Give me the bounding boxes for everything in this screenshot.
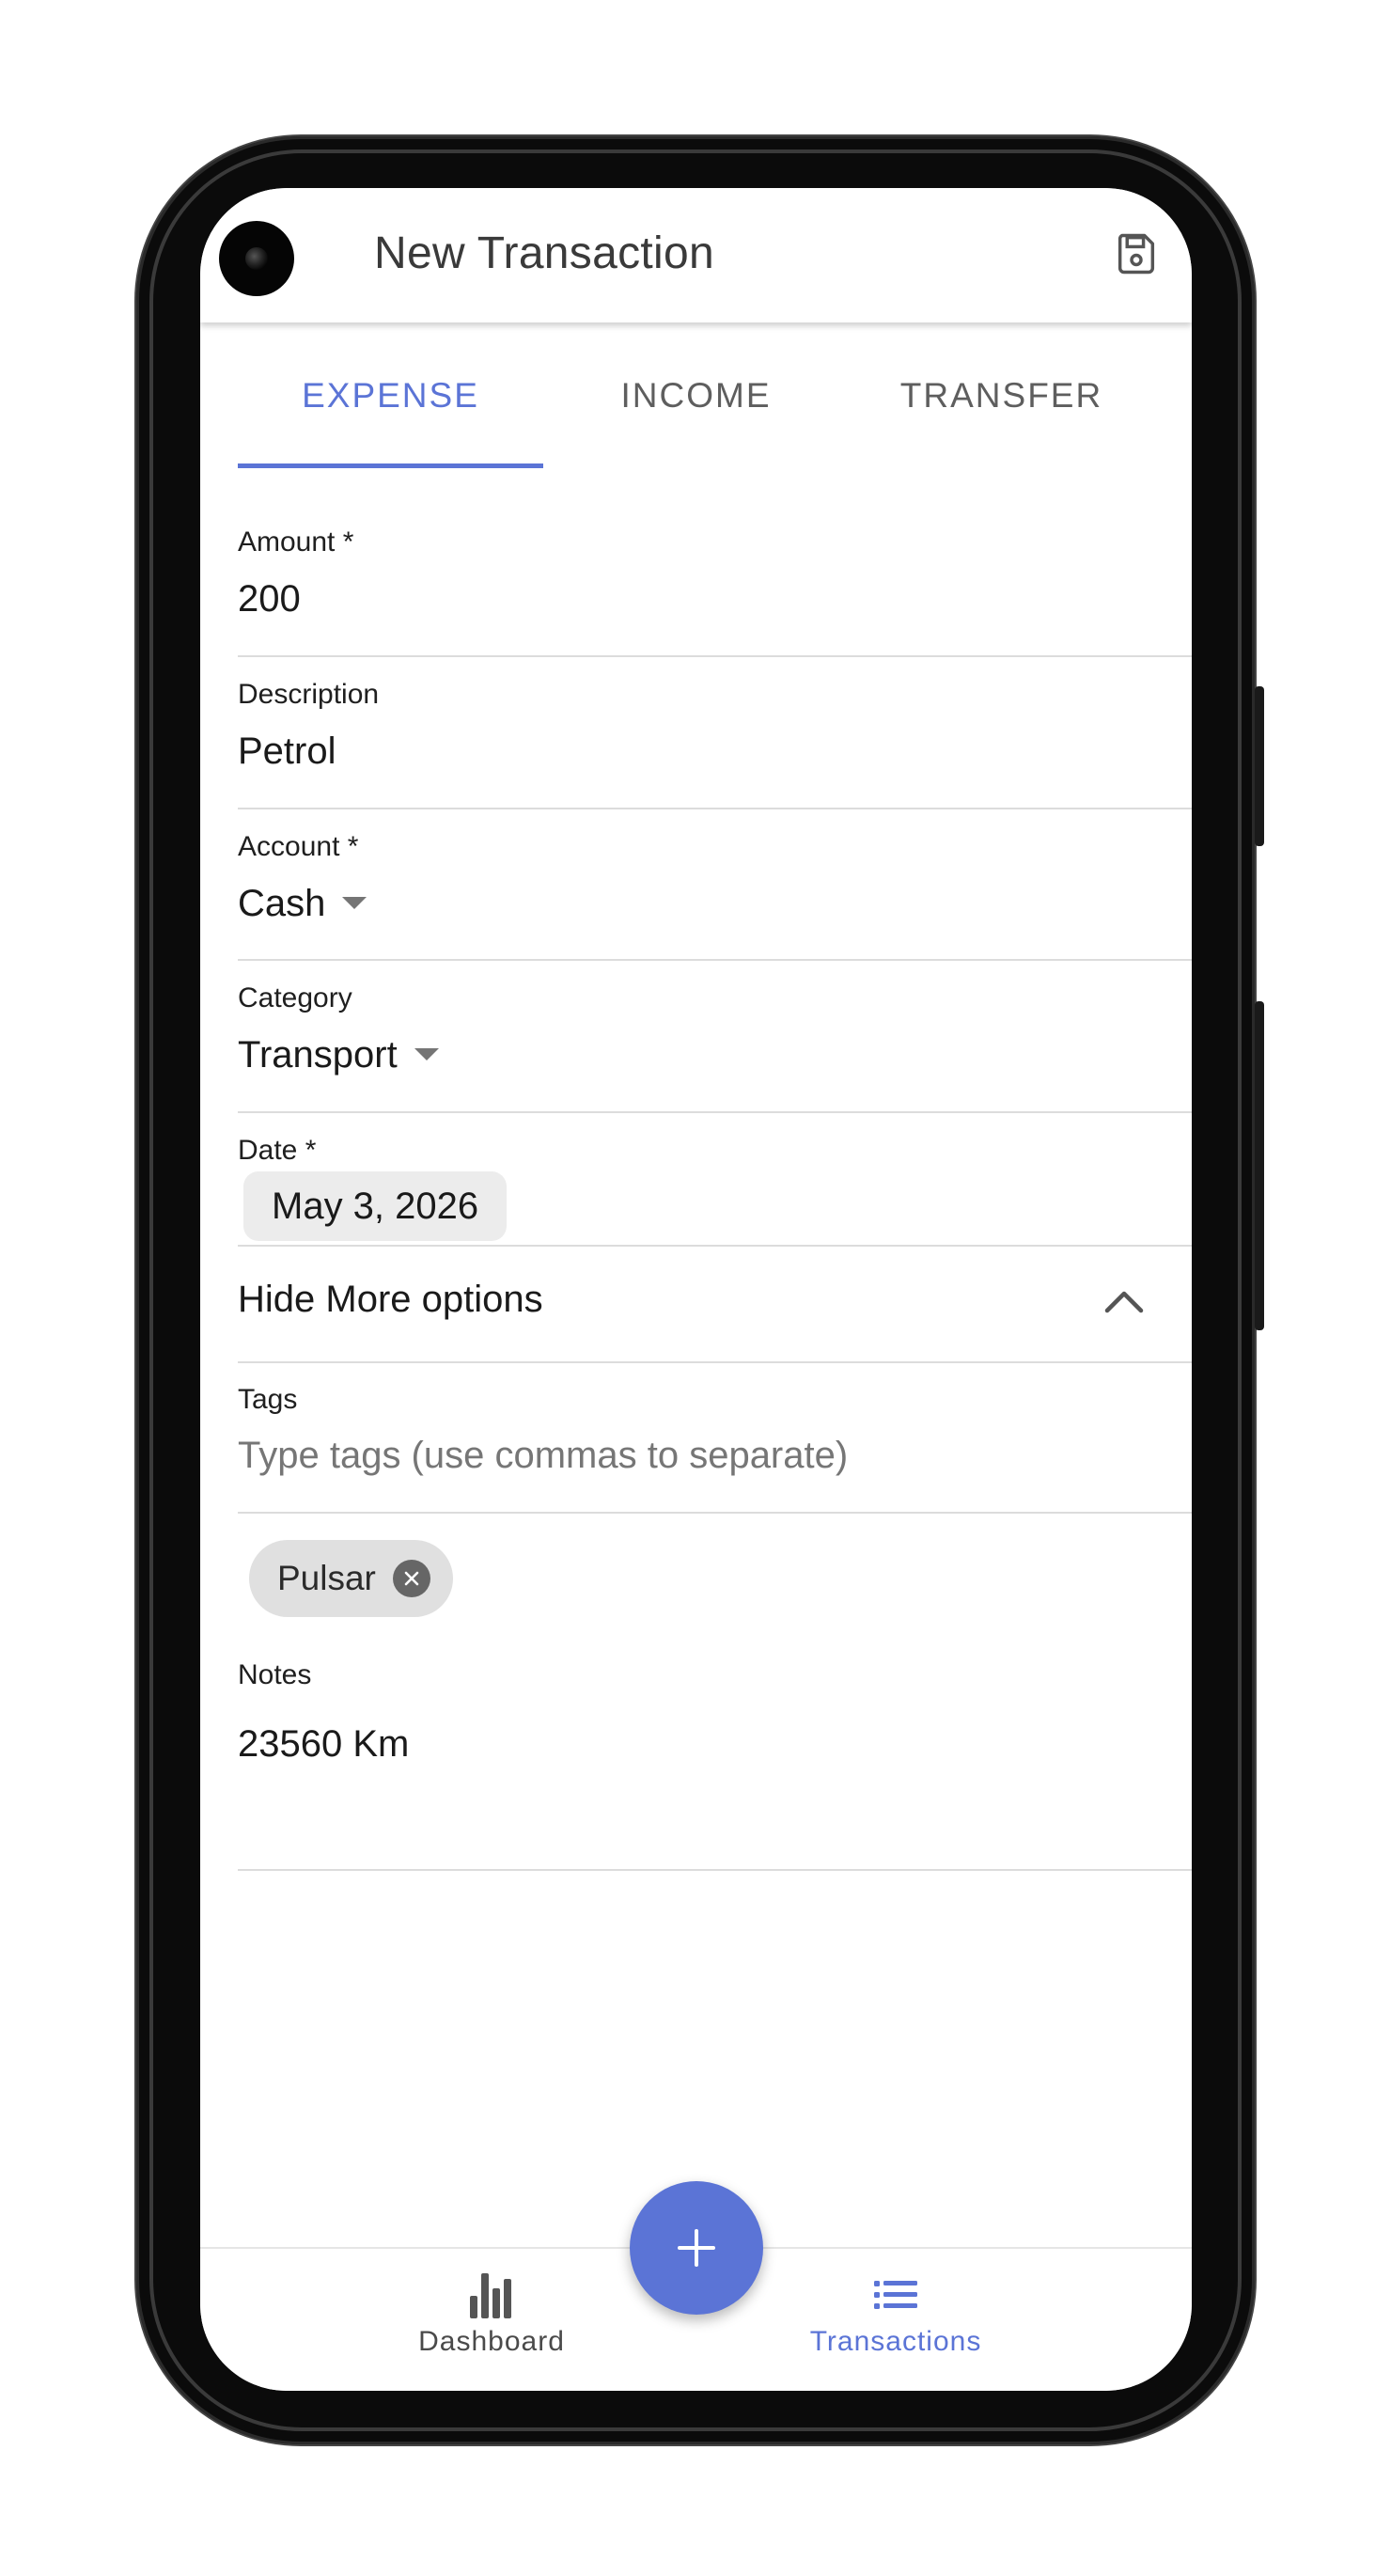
category-selected: Transport — [238, 1034, 398, 1076]
phone-volume-button — [1255, 686, 1264, 846]
notes-input[interactable]: 23560 Km — [238, 1723, 409, 1766]
more-options-toggle[interactable]: Hide More options — [238, 1245, 1192, 1363]
category-label: Category — [238, 982, 352, 1013]
category-value[interactable]: Transport — [238, 1034, 439, 1076]
list-icon — [874, 2281, 917, 2309]
more-options-label: Hide More options — [238, 1279, 543, 1320]
tab-income[interactable]: INCOME — [543, 322, 849, 468]
amount-label: Amount * — [238, 526, 354, 558]
tab-expense-label: EXPENSE — [302, 375, 479, 415]
save-icon — [1117, 233, 1155, 275]
tab-active-indicator — [238, 463, 543, 468]
chevron-up-icon — [1104, 1291, 1144, 1313]
nav-dashboard-label: Dashboard — [418, 2326, 565, 2357]
front-camera — [219, 221, 294, 296]
description-input[interactable]: Petrol — [238, 730, 336, 773]
date-label: Date * — [238, 1135, 317, 1166]
category-select[interactable]: Category Transport — [238, 959, 1192, 1113]
dropdown-arrow-icon — [342, 896, 367, 909]
tab-income-label: INCOME — [620, 375, 772, 415]
account-label: Account * — [238, 831, 359, 862]
nav-transactions[interactable]: Transactions — [774, 2268, 1018, 2358]
tag-chip[interactable]: Pulsar — [249, 1540, 453, 1617]
phone-screen: New Transaction EXPENSE INCOME TRANSFER … — [200, 188, 1192, 2391]
tags-field[interactable]: Tags Type tags (use commas to separate) — [238, 1361, 1192, 1514]
amount-input[interactable]: 200 — [238, 578, 301, 620]
transaction-type-tabs: EXPENSE INCOME TRANSFER — [238, 322, 1154, 468]
phone-power-button — [1255, 1001, 1264, 1330]
tags-label: Tags — [238, 1384, 298, 1415]
remove-tag-button[interactable] — [392, 1560, 430, 1597]
tag-chip-label: Pulsar — [277, 1559, 376, 1597]
description-label: Description — [238, 679, 380, 710]
account-select[interactable]: Account * Cash — [238, 808, 1192, 961]
notes-label: Notes — [238, 1659, 312, 1690]
app-bar: New Transaction — [200, 188, 1192, 322]
save-button[interactable] — [1112, 229, 1161, 278]
bar-chart-icon — [470, 2273, 511, 2318]
add-transaction-button[interactable] — [630, 2181, 763, 2315]
tab-expense[interactable]: EXPENSE — [238, 322, 543, 468]
tab-transfer[interactable]: TRANSFER — [849, 322, 1154, 468]
tags-input[interactable]: Type tags (use commas to separate) — [238, 1435, 848, 1477]
tab-transfer-label: TRANSFER — [899, 375, 1103, 415]
close-icon — [404, 1571, 419, 1586]
date-field: Date * May 3, 2026 — [238, 1111, 1192, 1247]
account-selected: Cash — [238, 883, 326, 924]
account-value[interactable]: Cash — [238, 883, 367, 925]
date-picker-button[interactable]: May 3, 2026 — [243, 1171, 508, 1241]
plus-icon — [678, 2229, 715, 2267]
description-field[interactable]: Description Petrol — [238, 655, 1192, 809]
notes-field[interactable]: Notes 23560 Km — [238, 1639, 1192, 1871]
nav-transactions-label: Transactions — [809, 2326, 982, 2357]
page-title: New Transaction — [374, 228, 714, 278]
amount-field[interactable]: Amount * 200 — [238, 512, 1192, 657]
nav-dashboard[interactable]: Dashboard — [369, 2268, 614, 2358]
dropdown-arrow-icon — [414, 1047, 439, 1060]
